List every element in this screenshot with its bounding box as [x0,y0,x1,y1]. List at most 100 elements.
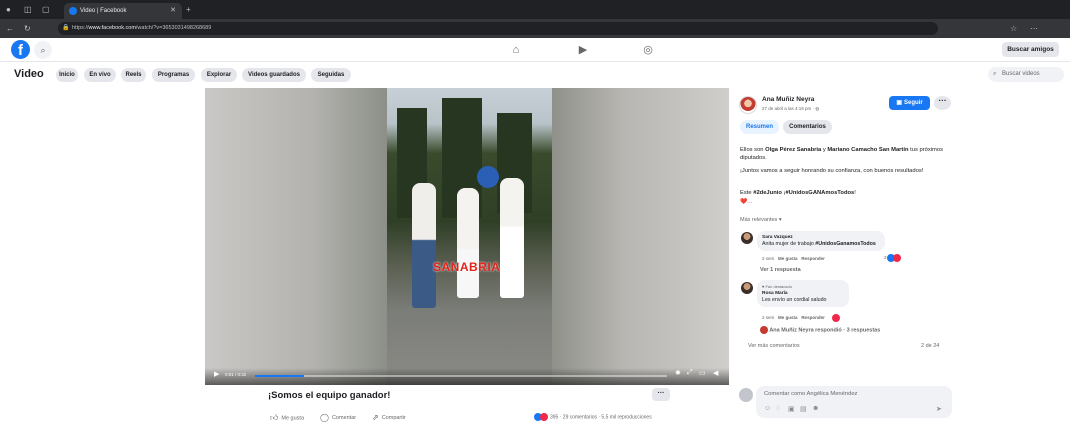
tab-reels[interactable]: Reels [121,68,146,82]
comment-meta: 2 sem Me gusta Responder [762,256,825,261]
fullscreen-icon[interactable]: ⤢ [687,369,693,377]
reload-icon[interactable]: ↻ [24,19,31,38]
post-more-button[interactable]: ··· [652,388,670,401]
emoji-icon[interactable]: ☺ [764,405,771,412]
tab-explorar[interactable]: Explorar [201,68,237,82]
tag-olga[interactable]: Olga Pérez Sanabria [765,147,821,153]
favorite-icon[interactable]: ☆ [1010,19,1017,38]
video-search-placeholder: Buscar videos [1002,71,1040,77]
lock-icon: 🔒 [62,25,70,31]
workspaces-icon[interactable]: ◫ [24,0,32,19]
tab-resumen[interactable]: Resumen [740,120,779,134]
facebook-logo[interactable]: f [11,40,30,59]
comment-reactions[interactable]: 2 [884,254,901,262]
facebook-favicon-icon [69,7,77,15]
commenter-name[interactable]: Sara Vazquez [762,234,880,241]
comment-meta: 2 sem Me gusta Responder [762,314,841,322]
gaming-icon[interactable]: ◎ [640,43,656,57]
comment-like-link[interactable]: Me gusta [778,315,798,320]
commenter-avatar[interactable] [741,232,753,244]
tab-inicio[interactable]: Inicio [56,68,78,82]
follow-icon: ▣ [896,100,902,106]
profile-icon[interactable]: ● [6,0,11,19]
like-button[interactable]: 👍︎ Me gusta [270,413,304,423]
author-avatar-icon [760,326,768,334]
send-icon[interactable]: ➤ [936,405,942,413]
my-avatar [739,388,753,402]
find-friends-button[interactable]: Buscar amigos [1002,42,1059,57]
love-reaction-icon [892,254,901,262]
hashtag-unidos[interactable]: #UnidosGANAmosTodos [785,190,854,196]
video-progress-fill [255,375,305,377]
browser-tab[interactable]: Video | Facebook ✕ [64,3,182,19]
comment-time: 2 sem [762,315,775,321]
post-stats[interactable]: 395 · 29 comentarios · 5,5 mil reproducc… [534,413,652,421]
post-description-line-2: ¡Juntos vamos a seguir honrando su confi… [740,168,924,174]
post-description-line-1: Ellos son Olga Pérez Sanabria y Mariano … [740,147,943,161]
tab-programas[interactable]: Programas [152,68,195,82]
video-player[interactable]: SANABRIA ▶ 0:01 / 0:32 ✹ ⤢ ▭ ◀ [205,88,729,385]
avatar[interactable] [739,96,757,114]
gif-icon[interactable]: ▤ [800,405,807,413]
new-tab-icon[interactable]: + [186,0,191,19]
view-replies-link[interactable]: Ver 1 respuesta [760,267,801,273]
comment-bubble: ♥ Fan destacado Rosa María Les envío un … [757,280,849,307]
tab-title: Video | Facebook [80,8,127,14]
comment-label: Comentar [331,414,357,421]
video-blur-left [205,88,387,385]
comment-hashtag[interactable]: #UnidosGanamosTodos [815,241,876,247]
tab-actions-icon[interactable]: ▢ [42,0,50,19]
post-description-line-4: ❤️... [740,199,753,205]
commenter-avatar[interactable] [741,282,753,294]
home-icon[interactable]: ⌂ [508,43,524,57]
love-reaction-icon [540,413,548,421]
tab-seguidas[interactable]: Seguidas [311,68,351,82]
tag-mariano[interactable]: Mariano Camacho San Martín [827,147,908,153]
comment-reply-link[interactable]: Responder [801,256,825,261]
view-more-comments-link[interactable]: Ver más comentarios [748,343,800,349]
share-icon: ⇗ [372,413,379,422]
comment-sort-dropdown[interactable]: Más relevantes ▾ [740,217,782,223]
settings-icon[interactable]: ✹ [675,369,681,377]
browser-tab-bar: ● ◫ ▢ Video | Facebook ✕ + [0,0,1070,19]
author-replied-link[interactable]: Ana Muñiz Neyra respondió · 3 respuestas [760,326,880,334]
camera-icon[interactable]: ▣ [788,405,795,413]
miniplayer-icon[interactable]: ▭ [699,369,706,377]
comment-text: Les envío un cordial saludo [762,297,827,303]
tab-videos-guardados[interactable]: Videos guardados [242,68,306,82]
page-title: Video [14,68,44,80]
video-progress-bar[interactable] [255,375,667,377]
back-icon[interactable]: ← [6,19,14,38]
like-icon: 👍︎ [270,413,279,422]
search-icon[interactable]: ⌕ [34,41,52,59]
follow-button[interactable]: ▣ Seguir [889,96,930,110]
sticker-icon[interactable]: ◌ [776,405,780,412]
like-label: Me gusta [281,415,304,422]
share-button[interactable]: ⇗ Compartir [372,413,406,422]
comment-reply-link[interactable]: Responder [801,315,825,320]
post-time-text: 27 de abril a las 4:19 pm · [762,106,816,111]
video-time: 0:01 / 0:32 [225,372,247,377]
comment-like-link[interactable]: Me gusta [778,256,798,261]
comment-button[interactable]: ◯ Comentar [320,413,356,422]
url-host: www.facebook.com [88,25,136,31]
commenter-name[interactable]: Rosa María [762,290,844,297]
play-icon[interactable]: ▶ [214,370,219,378]
tab-comentarios[interactable]: Comentarios [783,120,832,134]
globe-icon: ◍ [815,106,820,111]
browser-menu-icon[interactable]: ⋯ [1030,19,1038,38]
close-tab-icon[interactable]: ✕ [170,3,176,19]
panel-more-button[interactable]: ··· [934,96,951,110]
hashtag-2dejunio[interactable]: #2deJunio [753,190,782,196]
url-field[interactable]: 🔒 https://www.facebook.com/watch/?v=3653… [58,22,938,35]
author-name[interactable]: Ana Muñiz Neyra [762,96,814,103]
avatar-sticker-icon[interactable]: ☻ [812,405,819,412]
video-search-input[interactable]: ⌕ Buscar videos [988,67,1064,82]
post-stats-text: 395 · 29 comentarios · 5,5 mil reproducc… [550,414,652,421]
post-title: ¡Somos el equipo ganador! [268,390,391,401]
volume-icon[interactable]: ◀ [713,369,718,377]
watch-icon[interactable]: ▶ [575,43,591,57]
tab-en-vivo[interactable]: En vivo [84,68,116,82]
post-description-line-3: Este #2deJunio ¡#UnidosGANAmosTodos! [740,190,856,196]
comment-text: Anita mujer de trabajo #UnidosGanamosTod… [762,241,876,247]
